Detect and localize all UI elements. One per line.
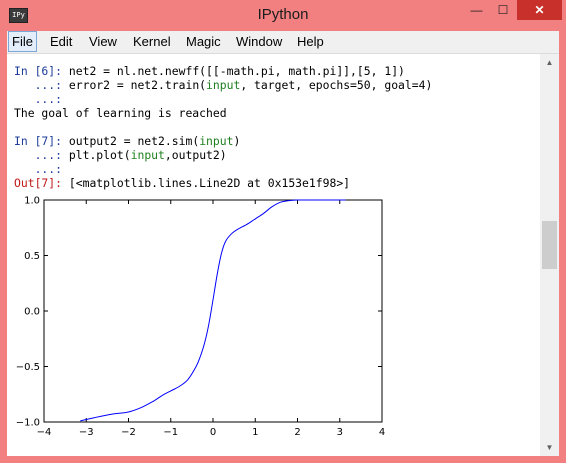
input-line: ...: plt.plot(input,output2) [14, 148, 227, 162]
menu-help[interactable]: Help [294, 32, 327, 51]
continuation-prompt: ...: [34, 148, 63, 162]
x-tick-label: 0 [210, 427, 216, 438]
line-plot: −4 −3 −2 −1 0 1 2 3 4 1.0 0.5 0.0 −0.5 −1.0 [16, 196, 385, 439]
y-tick-label: 0.0 [24, 307, 40, 318]
output-repr: [<matplotlib.lines.Line2D at 0x153e1f98>… [68, 176, 351, 190]
ipython-window: IPy IPython — ☐ ✕ File Edit View Kernel … [0, 0, 566, 463]
input-line: ...: error2 = net2.train(input, target, … [14, 78, 433, 92]
x-tick-label: 3 [337, 427, 343, 438]
vertical-scrollbar[interactable]: ▲ ▼ [540, 54, 559, 456]
code-text: net2 = nl.net.newff([[-math.pi, math.pi]… [68, 64, 405, 78]
continuation-prompt: ...: [34, 78, 63, 92]
code-text: error2 = net2.train( [68, 78, 207, 92]
x-tick-label: 1 [252, 427, 258, 438]
x-tick-label: −4 [37, 427, 52, 438]
menu-magic[interactable]: Magic [183, 32, 224, 51]
input-line: ...: [14, 162, 62, 176]
scroll-thumb[interactable] [542, 221, 557, 269]
console-area[interactable]: In [6]: net2 = nl.net.newff([[-math.pi, … [7, 54, 540, 456]
plot-frame [43, 199, 383, 423]
code-text: output2 = net2.sim( [68, 134, 200, 148]
menu-file[interactable]: File [8, 31, 37, 52]
x-tick-label: −3 [79, 427, 94, 438]
output-text: The goal of learning is reached [14, 106, 227, 120]
scroll-down-arrow-icon[interactable]: ▼ [540, 439, 559, 456]
code-text: plt.plot( [68, 148, 131, 162]
input-line: In [7]: output2 = net2.sim(input) [14, 134, 240, 148]
continuation-prompt: ...: [34, 162, 63, 176]
code-builtin: input [206, 78, 241, 92]
menu-kernel[interactable]: Kernel [130, 32, 174, 51]
code-builtin: input [130, 148, 165, 162]
title-bar[interactable]: IPy IPython — ☐ ✕ [0, 0, 566, 31]
continuation-prompt: ...: [34, 92, 63, 106]
y-tick-label: 1.0 [24, 196, 40, 207]
input-prompt: In [7]: [14, 134, 63, 148]
code-text: ) [233, 134, 241, 148]
x-tick-label: −1 [163, 427, 178, 438]
menu-bar: File Edit View Kernel Magic Window Help [7, 31, 559, 54]
input-line: In [6]: net2 = nl.net.newff([[-math.pi, … [14, 64, 405, 78]
y-tick-label: −0.5 [16, 362, 40, 373]
output-prompt: Out[7]: [14, 176, 63, 190]
menu-window[interactable]: Window [233, 32, 285, 51]
minimize-button[interactable]: — [463, 0, 490, 20]
input-prompt: In [6]: [14, 64, 63, 78]
code-text: , target, epochs=50, goal=4) [240, 78, 433, 92]
y-tick-label: 0.5 [24, 251, 40, 262]
scroll-up-arrow-icon[interactable]: ▲ [540, 54, 559, 71]
input-line: ...: [14, 92, 62, 106]
close-button[interactable]: ✕ [517, 0, 562, 20]
code-text: ,output2) [164, 148, 227, 162]
x-tick-label: −2 [121, 427, 136, 438]
maximize-button[interactable]: ☐ [490, 0, 516, 20]
y-tick-label: −1.0 [16, 418, 40, 429]
menu-view[interactable]: View [86, 32, 120, 51]
x-tick-label: 2 [294, 427, 300, 438]
code-builtin: input [199, 134, 234, 148]
menu-edit[interactable]: Edit [47, 32, 75, 51]
output-line: Out[7]: [<matplotlib.lines.Line2D at 0x1… [14, 176, 350, 190]
x-tick-label: 4 [379, 427, 385, 438]
